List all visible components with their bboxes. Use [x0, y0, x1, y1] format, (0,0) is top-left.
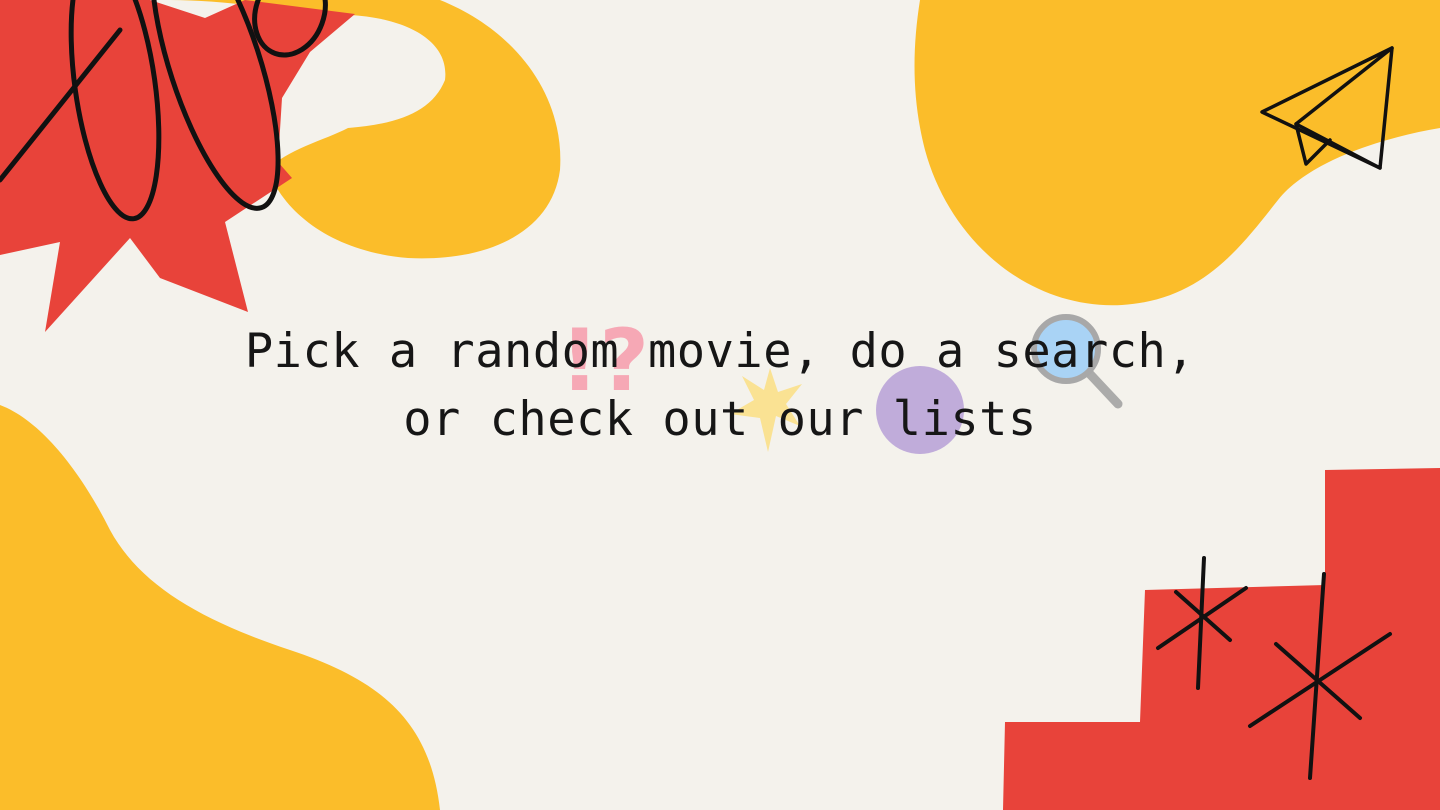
red-steps [1003, 468, 1440, 810]
headline-line-1: Pick a random movie, do a search, [244, 324, 1196, 379]
yellow-blob-bottom [0, 405, 440, 810]
headline-line-2: or check out our lists [403, 392, 1037, 447]
hero-banner: !? Pick a random movie, do a search, or … [0, 0, 1440, 810]
page-headline: Pick a random movie, do a search, or che… [0, 318, 1440, 454]
yellow-blob [914, 0, 1440, 306]
